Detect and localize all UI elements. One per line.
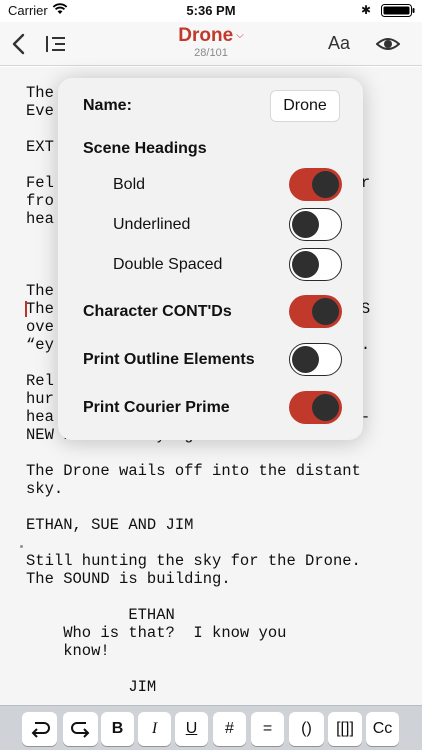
character-contds-toggle[interactable] [289, 295, 342, 328]
script-line: Who is that? I know you [26, 624, 287, 642]
script-line: Still hunting the sky for the Drone. [26, 552, 361, 570]
name-input[interactable]: Drone [270, 90, 340, 122]
script-line: EXT [26, 138, 54, 156]
bold-label: Bold [113, 176, 146, 193]
toggle-knob [312, 298, 339, 325]
italic-button[interactable]: I [138, 712, 171, 746]
scene-heading-button[interactable]: # [213, 712, 246, 746]
font-settings-button[interactable]: Aa [328, 33, 350, 54]
print-outline-label: Print Outline Elements [83, 351, 255, 368]
bold-button[interactable]: B [101, 712, 134, 746]
battery-icon [381, 4, 415, 17]
double-spaced-toggle[interactable] [289, 248, 342, 281]
script-line: sky. [26, 480, 64, 498]
toggle-knob [292, 211, 319, 238]
print-outline-toggle[interactable] [289, 343, 342, 376]
script-line: The [26, 282, 54, 300]
underlined-label: Underlined [113, 216, 191, 233]
script-line: hur [26, 390, 54, 408]
status-bar: Carrier 5:36 PM ✱ [0, 0, 422, 22]
script-line: The [26, 84, 54, 102]
script-line: JIM [26, 678, 157, 696]
clock: 5:36 PM [186, 3, 236, 18]
undo-button[interactable] [22, 712, 57, 746]
name-label: Name: [83, 97, 132, 114]
bold-toggle[interactable] [289, 168, 342, 201]
double-spaced-label: Double Spaced [113, 256, 223, 273]
navigation-bar: Drone ⌵ 28/101 Aa [0, 22, 422, 66]
print-courier-label: Print Courier Prime [83, 399, 230, 416]
scene-headings-label: Scene Headings [83, 140, 207, 157]
character-contds-label: Character CONT'Ds [83, 303, 232, 320]
case-toggle-button[interactable]: Cc [366, 712, 399, 746]
toggle-knob [292, 346, 319, 373]
note-button[interactable]: [[]] [328, 712, 362, 746]
underline-button[interactable]: U [175, 712, 208, 746]
eye-icon[interactable] [376, 34, 400, 54]
script-line: The Drone wails off into the distant [26, 462, 361, 480]
print-courier-toggle[interactable] [289, 391, 342, 424]
underlined-toggle[interactable] [289, 208, 342, 241]
keyboard-accessory-bar: B I U # = () [[]] Cc [0, 705, 422, 750]
script-line: Eve [26, 102, 54, 120]
script-line: hea [26, 210, 54, 228]
undo-icon [31, 722, 50, 738]
document-title: Drone [178, 25, 234, 46]
toggle-knob [312, 171, 339, 198]
bluetooth-icon: ✱ [361, 3, 372, 17]
document-settings-popover: Name: Drone Scene Headings Bold Underlin… [58, 78, 363, 440]
synopsis-button[interactable]: = [251, 712, 284, 746]
document-title-button[interactable]: Drone ⌵ [0, 25, 422, 47]
scene-marker-dot [20, 545, 23, 548]
redo-button[interactable] [63, 712, 98, 746]
redo-icon [70, 722, 89, 738]
page-counter: 28/101 [194, 47, 228, 59]
script-line: fro [26, 192, 54, 210]
script-line: know! [26, 642, 110, 660]
chevron-down-icon: ⌵ [236, 30, 244, 41]
script-line: ETHAN, SUE AND JIM [26, 516, 194, 534]
parenthetical-button[interactable]: () [289, 712, 324, 746]
toggle-knob [312, 394, 339, 421]
script-line: The SOUND is building. [26, 570, 231, 588]
text-cursor [25, 301, 27, 317]
toggle-knob [292, 251, 319, 278]
script-line: ETHAN [26, 606, 175, 624]
